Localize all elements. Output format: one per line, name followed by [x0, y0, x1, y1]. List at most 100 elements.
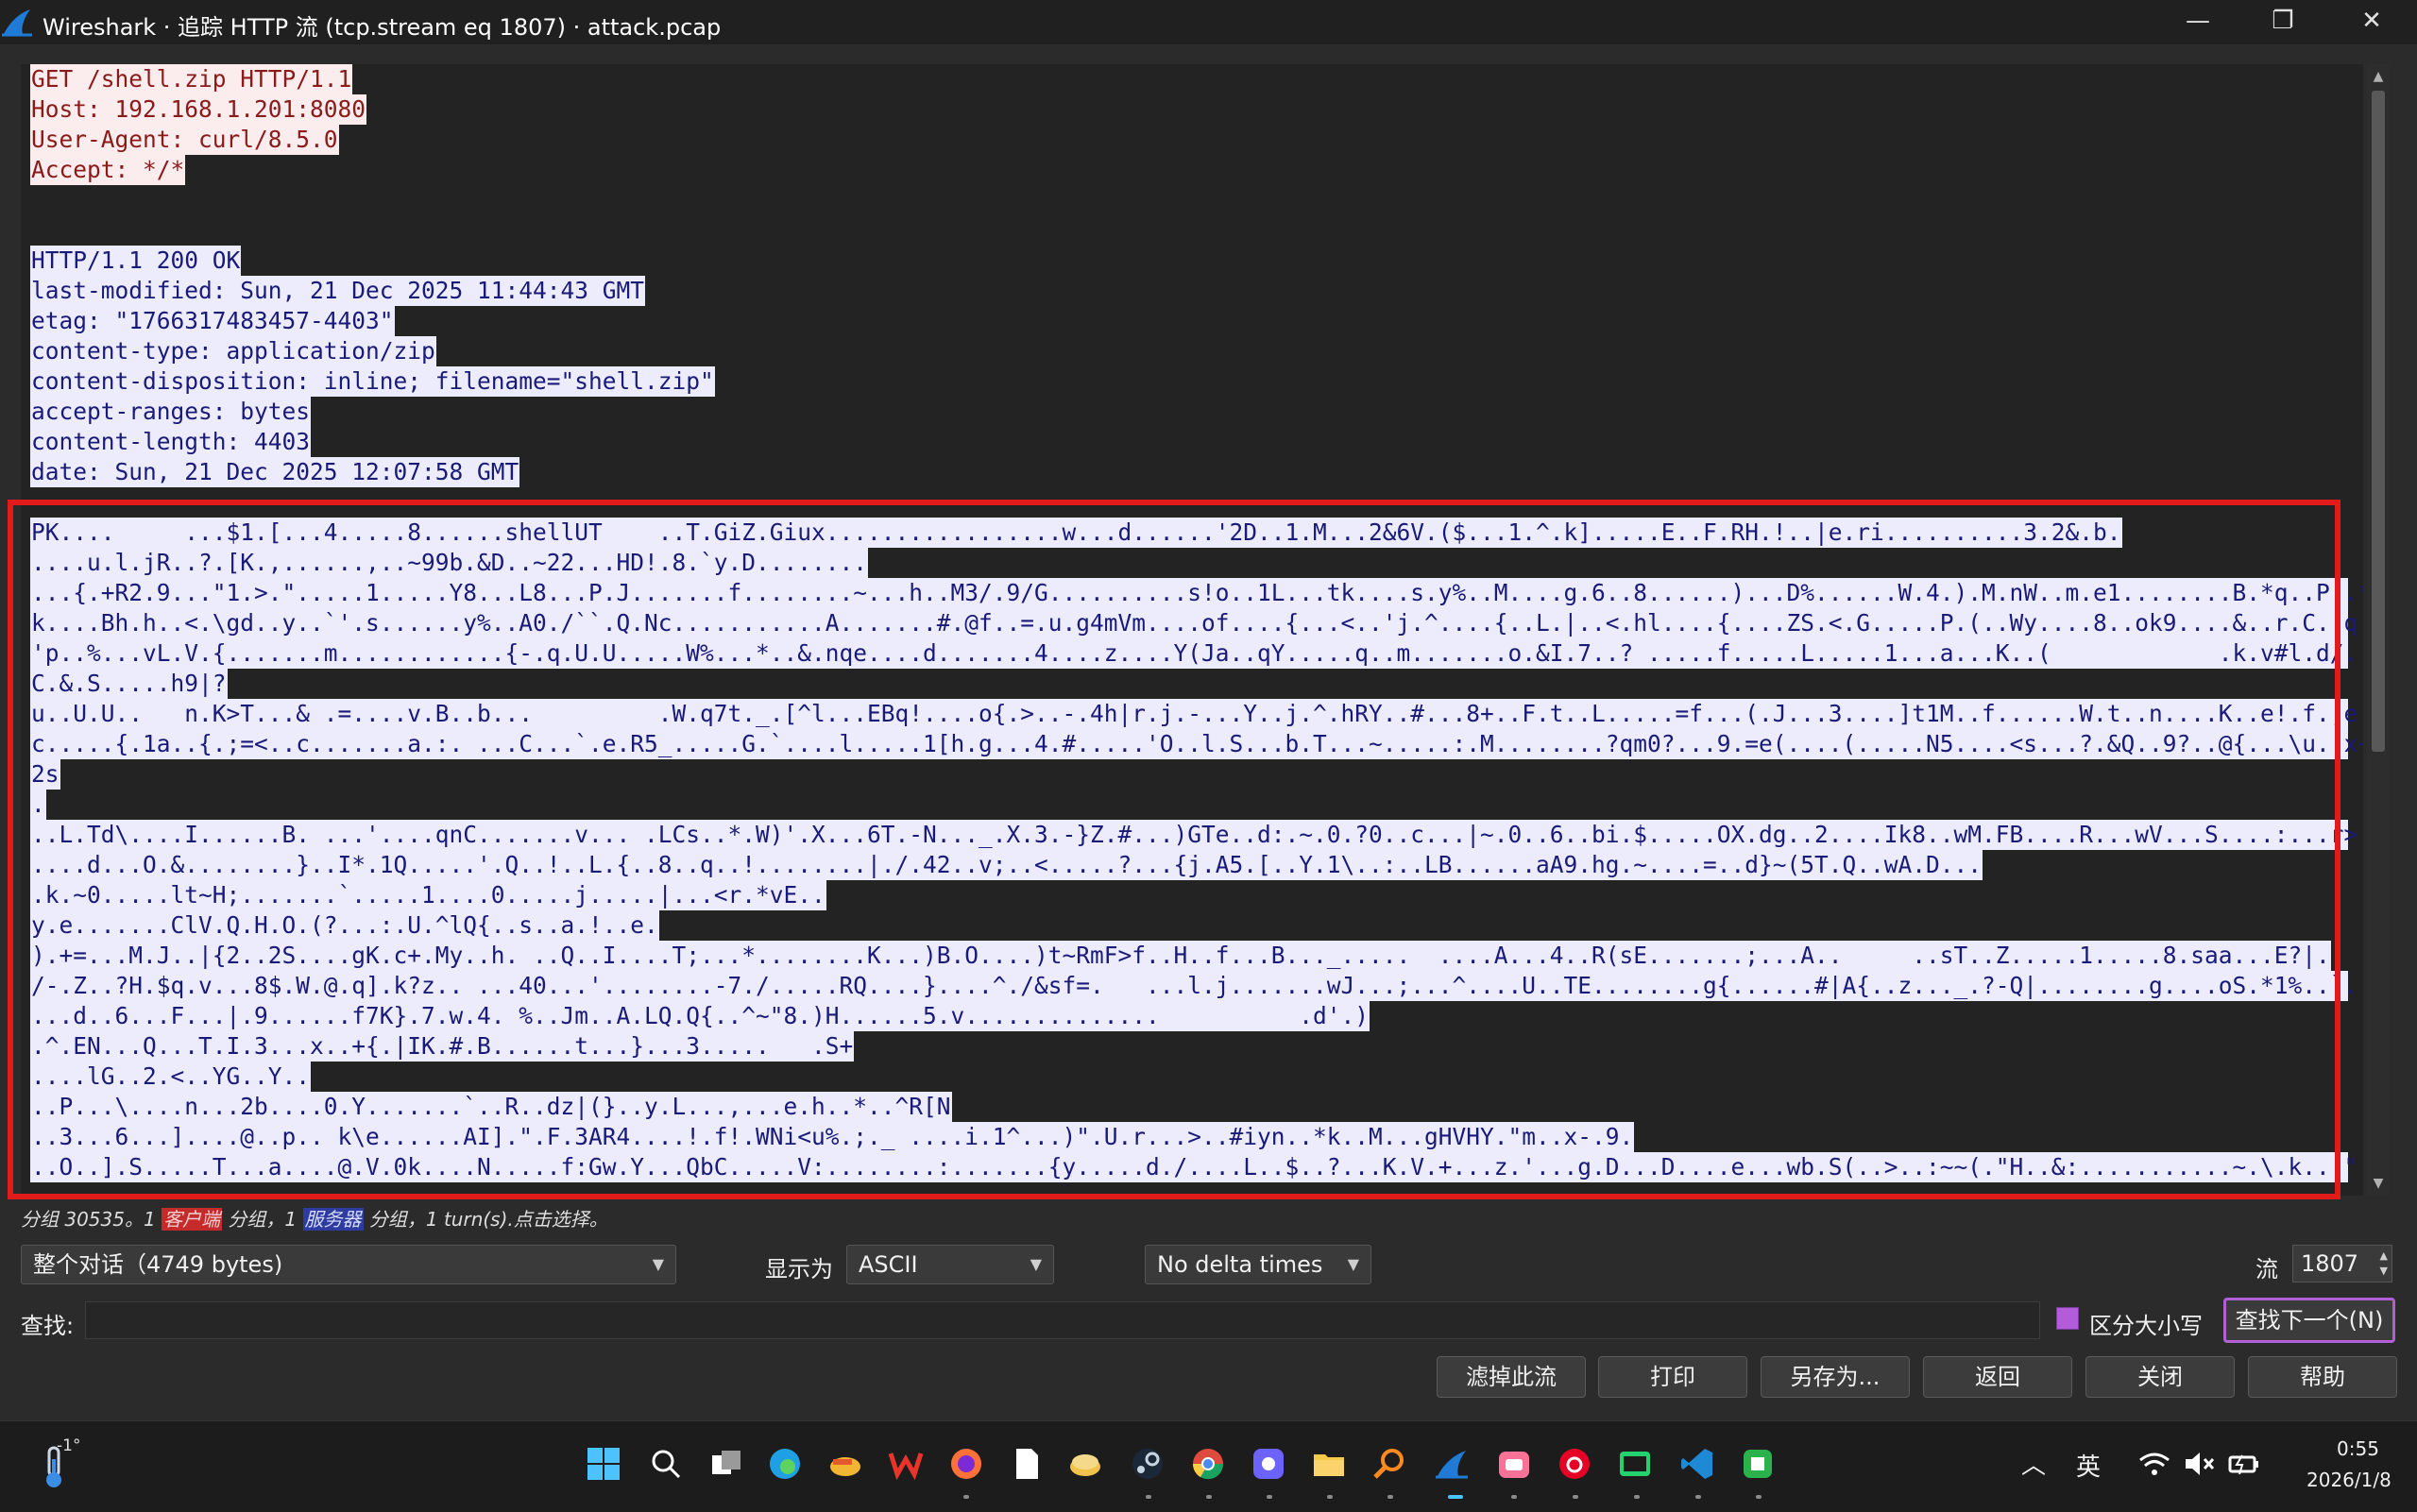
stream-line-text: etag: "1766317483457-4403": [30, 306, 395, 336]
stream-line: Host: 192.168.1.201:8080: [30, 94, 2363, 125]
window-title: Wireshark · 追踪 HTTP 流 (tcp.stream eq 180…: [43, 14, 722, 41]
minimize-button[interactable]: —: [2155, 0, 2240, 44]
stream-line: 2s: [30, 759, 2363, 790]
stream-line: ..3...6...]....@..p.. k\e......AI].".F.3…: [30, 1122, 2363, 1152]
show-as-select[interactable]: ASCII ▼: [846, 1245, 1054, 1284]
vertical-scrollbar[interactable]: ▲ ▼: [2367, 64, 2390, 1196]
stream-line: accept-ranges: bytes: [30, 397, 2363, 427]
stream-line: c.....{.1a..{.;=<..c.......a.:. ...C...`…: [30, 729, 2363, 759]
stream-line-text: u..U.U.. n.K>T...& .=....v.B..b... .W.q7…: [30, 699, 2363, 729]
stream-line: GET /shell.zip HTTP/1.1: [30, 64, 2363, 94]
client-label: 客户端: [162, 1208, 223, 1231]
netease-music-icon[interactable]: [1557, 1446, 1592, 1482]
stream-line: ...d..6...F...|.9......f7K}.7.w.4. %..Jm…: [30, 1001, 2363, 1031]
stream-line-text: ....d...O.&........}..I*.1Q.....'.Q..!..…: [30, 850, 1983, 880]
terminal-app-icon[interactable]: [1617, 1446, 1653, 1482]
running-indicator: [1387, 1495, 1393, 1499]
search-icon[interactable]: [648, 1446, 684, 1482]
case-sensitive-checkbox[interactable]: [2056, 1307, 2079, 1330]
stream-line-text: c.....{.1a..{.;=<..c.......a.:. ...C...`…: [30, 729, 2363, 759]
close-window-button[interactable]: ✕: [2329, 0, 2414, 44]
magnifier-app-icon[interactable]: [1371, 1446, 1407, 1482]
status-prefix: 分组 30535。1: [21, 1208, 162, 1231]
show-as-value: ASCII: [859, 1251, 918, 1278]
stream-line: last-modified: Sun, 21 Dec 2025 11:44:43…: [30, 276, 2363, 306]
steam-icon[interactable]: [1130, 1446, 1166, 1482]
stream-line: y.e.......ClV.Q.H.O.(?...:.U.^lQ{..s..a.…: [30, 910, 2363, 941]
file-explorer-icon[interactable]: [1311, 1446, 1347, 1482]
stream-line-text: ..3...6...]....@..p.. k\e......AI].".F.3…: [30, 1122, 1635, 1152]
stream-line-text: User-Agent: curl/8.5.0: [30, 125, 339, 155]
packet-status-text[interactable]: 分组 30535。1 客户端 分组，1 服务器 分组，1 turn(s).点击选…: [21, 1204, 608, 1232]
weather-temperature: -1°: [57, 1436, 81, 1455]
show-hidden-icons-icon[interactable]: ︿: [2021, 1446, 2046, 1481]
close-button[interactable]: 关闭: [2085, 1356, 2235, 1398]
stream-line: ..L.Td\....I......B. ...'....qnC.......v…: [30, 820, 2363, 850]
wps-office-icon[interactable]: [888, 1446, 924, 1482]
server-label: 服务器: [302, 1208, 364, 1231]
stream-line: HTTP/1.1 200 OK: [30, 246, 2363, 276]
server-response-header-block: HTTP/1.1 200 OK last-modified: Sun, 21 De…: [21, 246, 2363, 487]
stream-line: ....u.l.jR..?.[K.,......,..~99b.&D..~22.…: [30, 548, 2363, 578]
stream-line: /-.Z..?H.$q.v...8$.W.@.q].k?z.. ...40...…: [30, 971, 2363, 1001]
battery-charging-icon[interactable]: [2227, 1446, 2263, 1482]
stream-line: Accept: */*: [30, 155, 2363, 185]
help-button[interactable]: 帮助: [2248, 1356, 2397, 1398]
stack-app-icon[interactable]: [1067, 1446, 1103, 1482]
stream-line-text: .: [30, 790, 46, 820]
vscode-icon[interactable]: [1679, 1446, 1715, 1482]
conversation-select[interactable]: 整个对话（4749 bytes) ▼: [21, 1245, 676, 1284]
stream-line: User-Agent: curl/8.5.0: [30, 125, 2363, 155]
title-bar: Wireshark · 追踪 HTTP 流 (tcp.stream eq 180…: [0, 0, 2417, 44]
spin-down-icon[interactable]: ▼: [2380, 1266, 2388, 1277]
delta-times-select[interactable]: No delta times ▼: [1145, 1245, 1371, 1284]
back-button[interactable]: 返回: [1923, 1356, 2072, 1398]
scroll-down-arrow-icon[interactable]: ▼: [2367, 1173, 2390, 1194]
find-input[interactable]: [85, 1301, 2040, 1339]
find-next-button[interactable]: 查找下一个(N): [2223, 1298, 2395, 1343]
scroll-up-arrow-icon[interactable]: ▲: [2367, 66, 2390, 87]
ime-indicator[interactable]: 英: [2076, 1448, 2101, 1483]
green-app-icon[interactable]: [1740, 1446, 1776, 1482]
volume-muted-icon[interactable]: [2182, 1446, 2218, 1482]
stream-line-text: ).+=...M.J..|{2..2S....gK.c+.My..h. ..Q.…: [30, 941, 2331, 971]
stream-line: ).+=...M.J..|{2..2S....gK.c+.My..h. ..Q.…: [30, 941, 2363, 971]
bilibili-icon[interactable]: [1496, 1446, 1532, 1482]
document-icon[interactable]: [1009, 1446, 1045, 1482]
stream-number-spinbox[interactable]: 1807 ▲ ▼: [2292, 1245, 2392, 1283]
edge-browser-icon[interactable]: [767, 1446, 803, 1482]
status-mid: 分组，1: [222, 1208, 303, 1231]
running-indicator: [1634, 1495, 1640, 1499]
show-as-label: 显示为: [765, 1256, 833, 1283]
purple-app-icon[interactable]: [1251, 1446, 1286, 1482]
print-button[interactable]: 打印: [1598, 1356, 1747, 1398]
running-indicator: [1267, 1495, 1272, 1499]
wifi-icon[interactable]: [2136, 1446, 2172, 1482]
filter-out-stream-button[interactable]: 滤掉此流: [1437, 1356, 1586, 1398]
stream-line: C.&.S.....h9|?: [30, 669, 2363, 699]
windows-start-icon[interactable]: [586, 1446, 621, 1482]
scrollbar-thumb[interactable]: [2372, 91, 2385, 752]
wireshark-icon[interactable]: [1434, 1446, 1470, 1482]
running-indicator: [963, 1495, 969, 1499]
chrome-icon[interactable]: [1190, 1446, 1226, 1482]
stream-line: ...{.+R2.9..."1.>.".....1.....Y8...L8...…: [30, 578, 2363, 608]
firefox-icon[interactable]: [948, 1446, 984, 1482]
stream-line-text: ....lG..2.<..YG..Y..: [30, 1062, 312, 1092]
wireshark-fin-icon: [2, 9, 32, 37]
stream-line-text: ..L.Td\....I......B. ...'....qnC.......v…: [30, 820, 2363, 850]
conversation-select-value: 整个对话（4749 bytes): [33, 1251, 283, 1278]
save-as-button[interactable]: 另存为...: [1761, 1356, 1910, 1398]
clock-time[interactable]: 0:55: [2337, 1437, 2379, 1460]
task-view-icon[interactable]: [708, 1446, 744, 1482]
stream-line-text: ....u.l.jR..?.[K.,......,..~99b.&D..~22.…: [30, 548, 869, 578]
running-indicator: [1511, 1495, 1517, 1499]
running-indicator: [1327, 1495, 1333, 1499]
clock-date[interactable]: 2026/1/8: [2306, 1469, 2391, 1491]
stream-content[interactable]: GET /shell.zip HTTP/1.1 Host: 192.168.1.2…: [21, 64, 2363, 1196]
spin-up-icon[interactable]: ▲: [2380, 1250, 2388, 1262]
maximize-button[interactable]: ❐: [2240, 0, 2325, 44]
stream-line-text: HTTP/1.1 200 OK: [30, 246, 242, 276]
folder-app-icon[interactable]: [827, 1446, 863, 1482]
client-request-block: GET /shell.zip HTTP/1.1 Host: 192.168.1.2…: [21, 64, 2363, 185]
